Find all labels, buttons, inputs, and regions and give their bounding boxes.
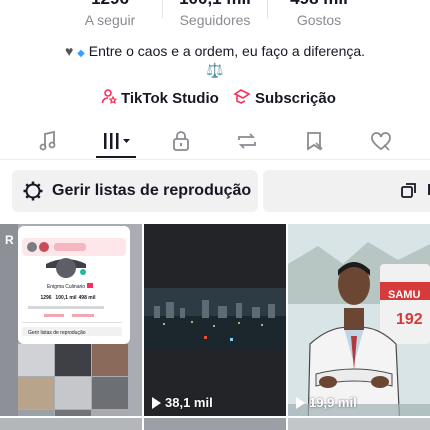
heart-icon: ♥	[64, 43, 74, 59]
subscription-label: Subscrição	[255, 89, 336, 107]
video-thumbnail[interactable]: SAMU 192 19,9 mil	[288, 224, 430, 416]
second-action-button[interactable]: E	[263, 170, 430, 212]
svg-text:498 mil: 498 mil	[79, 295, 97, 301]
view-count-text: 19,9 mil	[309, 395, 357, 410]
view-count: 38,1 mil	[152, 395, 213, 410]
profile-links: TikTok Studio Subscrição	[0, 88, 430, 108]
video-grid: R Enigma Culinario 1296 100,1 mil 498 mi…	[0, 224, 430, 430]
repost-icon	[238, 133, 256, 149]
tiktok-studio-link[interactable]: TikTok Studio	[101, 88, 219, 108]
svg-text:R: R	[5, 233, 14, 247]
svg-text:Enigma Culinario: Enigma Culinario	[47, 284, 85, 290]
subscription-link[interactable]: Subscrição	[233, 88, 336, 108]
diamond-icon: ◆	[77, 48, 85, 59]
videos-grid-icon	[104, 133, 130, 149]
profile-stats: 1296 A seguir 100,1 mil Seguidores 498 m…	[0, 0, 430, 32]
heart-outline-icon	[371, 132, 391, 151]
followers-count: 100,1 mil	[155, 0, 275, 10]
following-stat[interactable]: 1296 A seguir	[50, 0, 170, 30]
active-tab-indicator	[96, 156, 136, 158]
bio-line: Entre o caos e a ordem, eu faço a difere…	[88, 43, 366, 59]
profile-actions: Gerir listas de reprodução E	[0, 170, 430, 212]
thumbnail-art	[144, 224, 286, 416]
followers-label: Seguidores	[179, 12, 251, 28]
svg-text:Gerir listas de reprodução: Gerir listas de reprodução	[28, 330, 86, 336]
svg-text:1296: 1296	[40, 295, 51, 301]
tab-music[interactable]	[28, 126, 68, 156]
tab-private[interactable]	[161, 126, 201, 156]
svg-text:192: 192	[396, 311, 423, 328]
tab-liked[interactable]	[361, 126, 401, 156]
bookmark-icon	[307, 132, 323, 151]
view-count: 19,9 mil	[296, 395, 357, 410]
lock-icon	[173, 131, 189, 151]
following-label: A seguir	[84, 12, 136, 28]
profile-tabs	[0, 122, 430, 162]
play-icon	[152, 396, 161, 409]
bio-scale: ⚖️	[206, 62, 224, 78]
video-thumbnail[interactable]	[144, 418, 286, 430]
stack-icon	[401, 183, 416, 198]
play-icon	[296, 396, 305, 409]
video-thumbnail[interactable]: 38,1 mil	[144, 224, 286, 416]
video-thumbnail[interactable]: R Enigma Culinario 1296 100,1 mil 498 mi…	[0, 224, 142, 416]
likes-label: Gostos	[296, 12, 342, 28]
studio-icon	[101, 88, 118, 108]
tabs-divider	[0, 159, 430, 160]
svg-text:100,1 mil: 100,1 mil	[55, 295, 77, 301]
subscription-icon	[233, 88, 251, 108]
likes-stat[interactable]: 498 mil Gostos	[259, 0, 379, 30]
thumbnail-art: R Enigma Culinario 1296 100,1 mil 498 mi…	[0, 224, 142, 416]
tab-reposts[interactable]	[227, 126, 267, 156]
followers-stat[interactable]: 100,1 mil Seguidores	[155, 0, 275, 30]
likes-count: 498 mil	[259, 0, 379, 10]
svg-text:SAMU: SAMU	[388, 289, 420, 301]
bio-text: ♥ ◆ Entre o caos e a ordem, eu faço a di…	[0, 42, 430, 63]
tab-videos[interactable]	[96, 126, 136, 156]
studio-label: TikTok Studio	[121, 89, 219, 107]
following-count: 1296	[50, 0, 170, 10]
tab-favorites[interactable]	[294, 126, 334, 156]
view-count-text: 38,1 mil	[165, 395, 213, 410]
video-thumbnail[interactable]	[0, 418, 142, 430]
gear-icon	[23, 181, 43, 201]
manage-playlists-button[interactable]: Gerir listas de reprodução	[12, 170, 258, 212]
thumbnail-art: SAMU 192	[288, 224, 430, 416]
music-note-icon	[39, 130, 56, 151]
video-thumbnail[interactable]	[288, 418, 430, 430]
manage-playlists-label: Gerir listas de reprodução	[52, 182, 252, 199]
